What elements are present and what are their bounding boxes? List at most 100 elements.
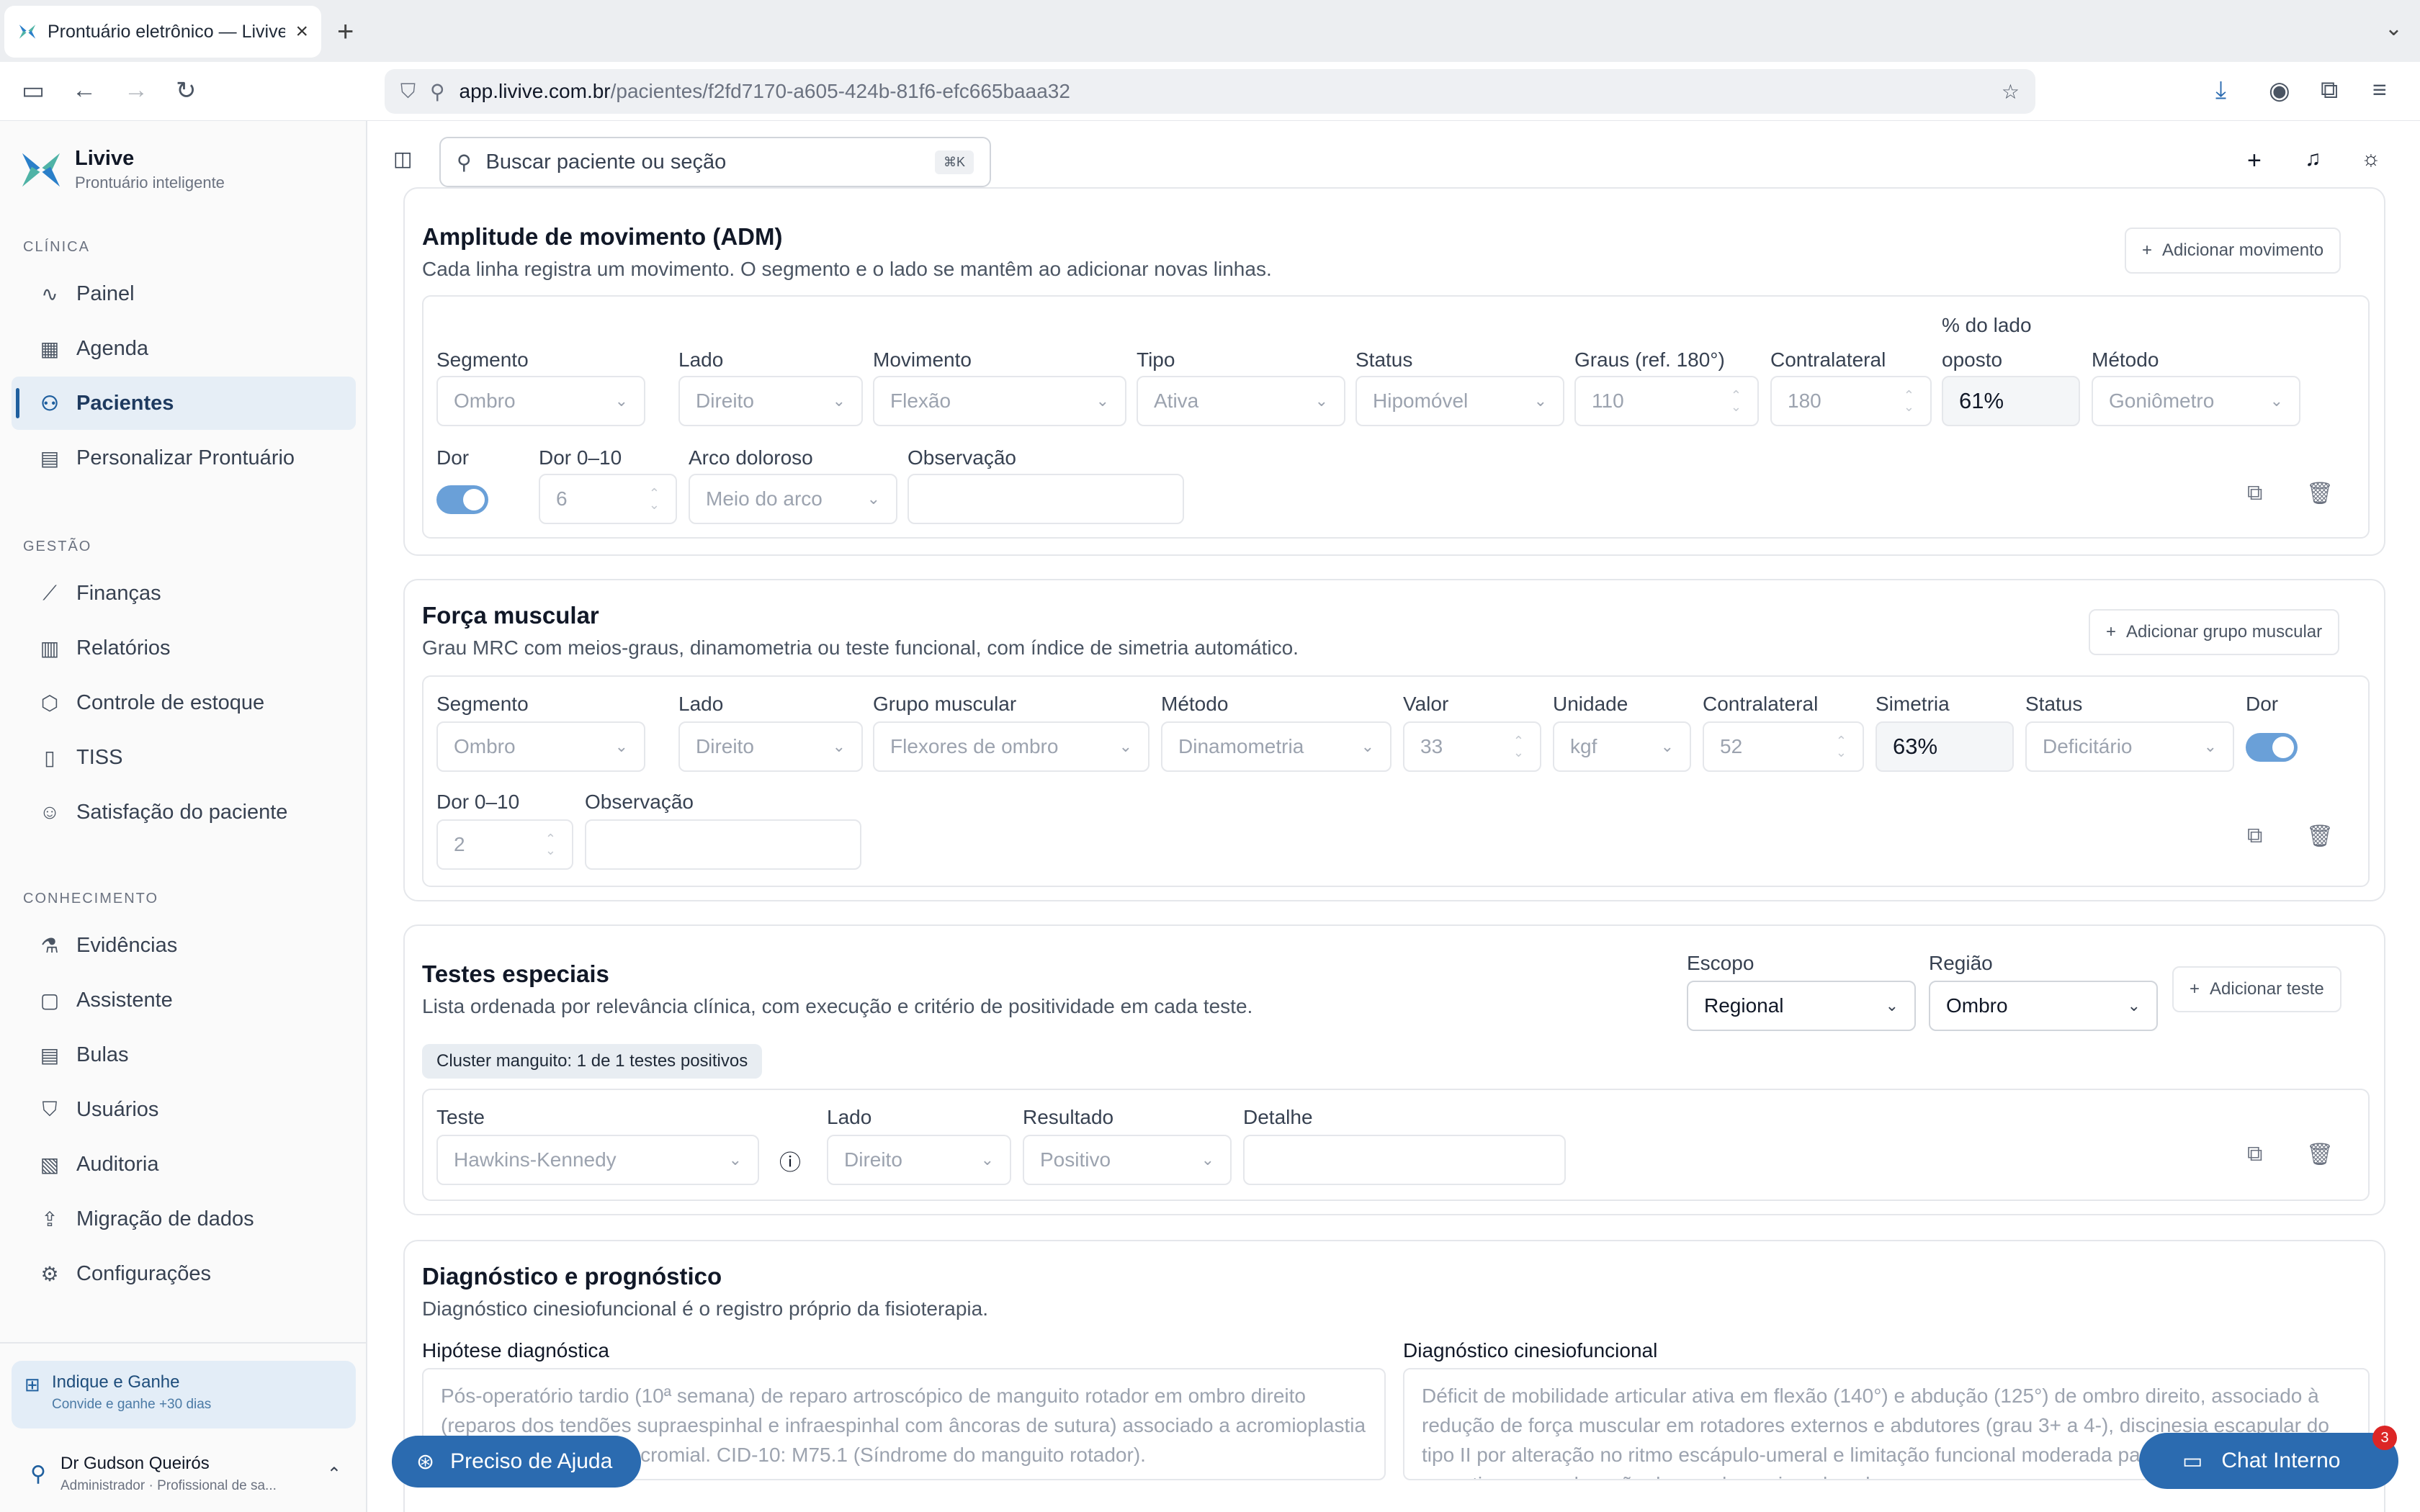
metodo-select[interactable]: Goniômetro ⌄	[2092, 376, 2300, 426]
sidebar-item-label: Painel	[76, 282, 135, 305]
forward-icon[interactable]: →	[124, 76, 148, 104]
sidebar-toggle-icon[interactable]: ▭	[22, 76, 45, 105]
valor-input[interactable]: 33 ⌃ ⌄	[1403, 721, 1541, 772]
browser-tab[interactable]: Prontuário eletrônico — Livive ×	[4, 6, 321, 58]
add-test-button[interactable]: + Adicionar teste	[2172, 966, 2341, 1012]
panel-toggle-icon[interactable]: ◫	[393, 147, 412, 171]
help-button[interactable]: ⊛ Preciso de Ajuda	[392, 1436, 641, 1488]
close-tab-icon[interactable]: ×	[295, 19, 308, 44]
trash-icon[interactable]: 🗑	[2306, 824, 2334, 849]
new-tab-icon[interactable]: +	[337, 16, 354, 48]
sidebar-item-evidencias[interactable]: ⚗ Evidências	[12, 919, 356, 972]
sidebar-item-agenda[interactable]: ▦ Agenda	[12, 322, 356, 375]
sidebar-item-assistente[interactable]: ▢ Assistente	[12, 973, 356, 1027]
add-icon[interactable]: +	[2247, 147, 2262, 175]
internal-chat-button[interactable]: ▭ Chat Interno	[2139, 1433, 2398, 1489]
observacao-input[interactable]	[585, 819, 861, 870]
search-input[interactable]: ⚲ Buscar paciente ou seção ⌘K	[439, 137, 991, 187]
chevron-up-icon: ⌃	[326, 1464, 341, 1484]
contralateral-input[interactable]: 180 ⌃ ⌄	[1770, 376, 1932, 426]
tipo-select[interactable]: Ativa ⌄	[1137, 376, 1345, 426]
sidebar-item-pacientes[interactable]: ⚇ Pacientes	[12, 377, 356, 430]
sidebar-item-usuarios[interactable]: ⛉ Usuários	[12, 1083, 356, 1136]
escopo-select[interactable]: Regional ⌄	[1687, 981, 1916, 1031]
duplicate-icon[interactable]: ⧉	[2247, 1142, 2262, 1166]
sidebar-item-personalizar[interactable]: ▤ Personalizar Prontuário	[12, 431, 356, 485]
bookmark-star-icon[interactable]: ☆	[2002, 80, 2020, 104]
add-muscle-group-button[interactable]: + Adicionar grupo muscular	[2089, 609, 2340, 655]
metodo-select[interactable]: Dinamometria ⌄	[1161, 721, 1392, 772]
lado-select[interactable]: Direito ⌄	[678, 376, 863, 426]
search-icon: ⚲	[457, 150, 472, 174]
duplicate-icon[interactable]: ⧉	[2247, 481, 2262, 505]
status-select[interactable]: Deficitário ⌄	[2025, 721, 2234, 772]
trash-icon[interactable]: 🗑	[2306, 1142, 2334, 1167]
sidebar-item-auditoria[interactable]: ▧ Auditoria	[12, 1138, 356, 1191]
sidebar-item-relatorios[interactable]: ▥ Relatórios	[12, 621, 356, 675]
sidebar-item-painel[interactable]: ∿ Painel	[12, 267, 356, 320]
label-cinesio: Diagnóstico cinesiofuncional	[1403, 1339, 1658, 1362]
sidebar-item-financas[interactable]: ⟋ Finanças	[12, 567, 356, 620]
sidebar-item-tiss[interactable]: ▯ TISS	[12, 731, 356, 784]
arco-select[interactable]: Meio do arco ⌄	[689, 474, 897, 524]
info-icon[interactable]: ⓘ	[779, 1145, 801, 1176]
label-contralateral: Contralateral	[1703, 693, 1819, 715]
sidebar-item-migracao[interactable]: ⇪ Migração de dados	[12, 1192, 356, 1246]
user-menu[interactable]: ⚲ Dr Gudson Queirós Administrador · Prof…	[12, 1441, 356, 1506]
downloads-icon[interactable]: ⤓	[2215, 76, 2226, 104]
dor-scale-input[interactable]: 6 ⌃ ⌄	[539, 474, 677, 524]
tab-list-chevron-icon[interactable]: ⌄	[2385, 16, 2403, 41]
segmento-select[interactable]: Ombro ⌄	[436, 721, 645, 772]
brand-logo[interactable]: Livive Prontuário inteligente	[20, 147, 225, 192]
teste-select[interactable]: Hawkins-Kennedy ⌄	[436, 1135, 759, 1185]
dor-toggle[interactable]	[2246, 733, 2298, 762]
forca-subtitle: Grau MRC com meios-graus, dinamometria o…	[422, 636, 1299, 659]
stepper-icon: ⌃ ⌄	[1903, 387, 1914, 414]
dor-toggle[interactable]	[436, 485, 488, 514]
chat-unread-badge: 3	[2372, 1426, 2397, 1450]
calendar-icon: ▦	[40, 337, 60, 360]
extensions-icon[interactable]: ⧉	[2321, 76, 2338, 104]
sidebar-item-label: TISS	[76, 745, 123, 769]
regiao-select[interactable]: Ombro ⌄	[1929, 981, 2158, 1031]
account-icon[interactable]: ◉	[2269, 76, 2290, 105]
grupo-select[interactable]: Flexores de ombro ⌄	[873, 721, 1150, 772]
duplicate-icon[interactable]: ⧉	[2247, 824, 2262, 848]
lado-select[interactable]: Direito ⌄	[827, 1135, 1011, 1185]
back-icon[interactable]: ←	[72, 76, 97, 104]
shield-icon[interactable]: ⛉	[400, 80, 416, 104]
detalhe-input[interactable]	[1243, 1135, 1566, 1185]
observacao-input[interactable]	[908, 474, 1184, 524]
address-bar[interactable]: ⛉ ⚲ app.livive.com.br/pacientes/f2fd7170…	[385, 69, 2035, 114]
clipboard-icon: ▤	[40, 446, 60, 469]
movimento-select[interactable]: Flexão ⌄	[873, 376, 1126, 426]
reload-icon[interactable]: ↻	[176, 76, 197, 105]
graus-input[interactable]: 110 ⌃ ⌄	[1574, 376, 1759, 426]
contralateral-input[interactable]: 52 ⌃ ⌄	[1703, 721, 1864, 772]
label-simetria: Simetria	[1876, 693, 1950, 715]
unidade-select[interactable]: kgf ⌄	[1553, 721, 1691, 772]
chevron-down-icon: ⌄	[832, 392, 846, 410]
sidebar-item-label: Bulas	[76, 1043, 129, 1066]
label-unidade: Unidade	[1553, 693, 1628, 715]
label-pct-line1: % do lado	[1942, 314, 2032, 336]
referral-promo[interactable]: ⊞ Indique e Ganhe Convide e ganhe +30 di…	[12, 1361, 356, 1428]
bell-icon[interactable]: ♫	[2305, 147, 2321, 171]
sidebar-item-satisfacao[interactable]: ☺ Satisfação do paciente	[12, 786, 356, 839]
trash-icon[interactable]: 🗑	[2306, 481, 2334, 506]
sidebar-item-bulas[interactable]: ▤ Bulas	[12, 1028, 356, 1081]
lado-select[interactable]: Direito ⌄	[678, 721, 863, 772]
book-icon: ▤	[40, 1043, 60, 1066]
section-gestao: GESTÃO	[23, 539, 92, 554]
sun-icon[interactable]: ☼	[2361, 147, 2381, 171]
segmento-select[interactable]: Ombro ⌄	[436, 376, 645, 426]
add-movement-button[interactable]: + Adicionar movimento	[2125, 228, 2341, 274]
dor-scale-input[interactable]: 2 ⌃ ⌄	[436, 819, 573, 870]
label-status: Status	[2025, 693, 2083, 715]
menu-icon[interactable]: ≡	[2372, 76, 2387, 104]
status-select[interactable]: Hipomóvel ⌄	[1355, 376, 1564, 426]
resultado-select[interactable]: Positivo ⌄	[1023, 1135, 1232, 1185]
sidebar-item-configuracoes[interactable]: ⚙ Configurações	[12, 1247, 356, 1300]
site-settings-icon[interactable]: ⚲	[430, 80, 445, 104]
sidebar-item-estoque[interactable]: ⬡ Controle de estoque	[12, 676, 356, 729]
